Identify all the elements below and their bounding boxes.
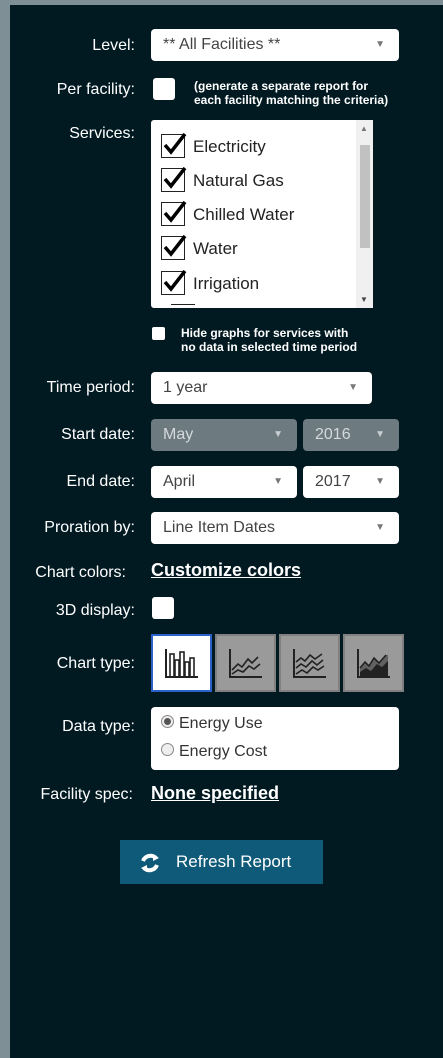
- checkbox-checked-icon[interactable]: [161, 200, 187, 226]
- bar-chart-button[interactable]: [151, 634, 212, 692]
- hide-note-line1: Hide graphs for services with: [181, 326, 349, 340]
- services-scrollbar[interactable]: ▲ ▼: [356, 120, 373, 308]
- chevron-down-icon: ▼: [273, 476, 283, 487]
- refresh-icon: [141, 853, 159, 873]
- service-item-chilled-water[interactable]: Chilled Water: [161, 200, 295, 228]
- service-label: Irrigation: [193, 274, 260, 293]
- per-facility-note: (generate a separate report for each fac…: [194, 79, 388, 107]
- radio-unselected-icon[interactable]: [161, 743, 174, 757]
- per-facility-note-line1: (generate a separate report for: [194, 79, 369, 93]
- 3d-display-label: 3D display:: [55, 602, 135, 619]
- checkbox-checked-icon[interactable]: [161, 132, 187, 158]
- data-type-option-label: Energy Use: [179, 715, 263, 732]
- refresh-report-label: Refresh Report: [176, 852, 292, 871]
- time-period-select[interactable]: 1 year ▼: [151, 372, 372, 404]
- service-item-water[interactable]: Water: [161, 234, 238, 262]
- proration-select[interactable]: Line Item Dates ▼: [151, 512, 399, 544]
- area-chart-icon: [357, 649, 390, 678]
- service-item-irrigation[interactable]: Irrigation: [161, 269, 260, 297]
- level-select[interactable]: ** All Facilities ** ▼: [151, 29, 399, 61]
- report-options-panel: Level: ** All Facilities ** ▼ Per facili…: [10, 5, 443, 1058]
- multi-line-chart-button[interactable]: [279, 634, 340, 692]
- end-date-label: End date:: [66, 473, 136, 490]
- hide-note-line2: no data in selected time period: [181, 340, 358, 354]
- scroll-thumb[interactable]: [360, 145, 370, 248]
- checkbox-checked-icon[interactable]: [161, 234, 187, 260]
- time-period-value: 1 year: [163, 379, 208, 396]
- facility-spec-label: Facility spec:: [40, 786, 133, 803]
- chart-type-label: Chart type:: [56, 655, 135, 672]
- level-value: ** All Facilities **: [163, 36, 281, 53]
- radio-selected-icon[interactable]: [161, 715, 174, 729]
- service-item-electricity[interactable]: Electricity: [161, 132, 266, 160]
- hide-empty-graphs-checkbox[interactable]: [152, 327, 165, 340]
- level-label: Level:: [92, 37, 135, 54]
- facility-spec-link[interactable]: None specified: [151, 783, 279, 804]
- 3d-display-checkbox[interactable]: [152, 597, 174, 619]
- per-facility-note-line2: each facility matching the criteria): [194, 93, 389, 107]
- service-label: Natural Gas: [193, 171, 284, 190]
- end-month-select[interactable]: April ▼: [151, 466, 297, 498]
- start-year-value: 2016: [315, 426, 351, 443]
- hide-empty-graphs-note: Hide graphs for services with no data in…: [181, 326, 357, 354]
- end-month-value: April: [163, 473, 196, 490]
- multi-line-chart-icon: [293, 649, 326, 678]
- data-type-label: Data type:: [62, 718, 135, 735]
- services-label: Services:: [69, 125, 135, 142]
- data-type-option-label: Energy Cost: [179, 743, 268, 760]
- chart-colors-label: Chart colors:: [35, 564, 126, 581]
- per-facility-label: Per facility:: [56, 81, 135, 98]
- chevron-down-icon: ▼: [273, 429, 283, 440]
- data-type-energy-cost[interactable]: Energy Cost: [161, 743, 267, 761]
- per-facility-checkbox[interactable]: [153, 78, 175, 100]
- proration-value: Line Item Dates: [163, 519, 276, 536]
- chevron-down-icon: ▼: [348, 382, 358, 393]
- bar-chart-icon: [165, 649, 198, 678]
- end-year-select[interactable]: 2017 ▼: [303, 466, 399, 498]
- data-type-group: Energy Use Energy Cost: [151, 707, 399, 770]
- chevron-down-icon: ▼: [375, 39, 385, 50]
- area-chart-button[interactable]: [343, 634, 404, 692]
- end-year-value: 2017: [315, 473, 351, 490]
- line-chart-icon: [229, 649, 262, 678]
- start-date-label: Start date:: [61, 426, 135, 443]
- service-label: Water: [193, 239, 238, 258]
- service-label: Chilled Water: [193, 205, 295, 224]
- checkbox-checked-icon[interactable]: [161, 269, 187, 295]
- line-chart-button[interactable]: [215, 634, 276, 692]
- start-month-select[interactable]: May ▼: [151, 419, 297, 451]
- chevron-down-icon: ▼: [375, 429, 385, 440]
- start-year-select[interactable]: 2016 ▼: [303, 419, 399, 451]
- chevron-down-icon: ▼: [375, 522, 385, 533]
- customize-colors-link[interactable]: Customize colors: [151, 560, 301, 581]
- time-period-label: Time period:: [46, 379, 135, 396]
- service-item-natural-gas[interactable]: Natural Gas: [161, 166, 284, 194]
- start-month-value: May: [163, 426, 194, 443]
- refresh-report-button[interactable]: Refresh Report: [120, 840, 323, 884]
- data-type-energy-use[interactable]: Energy Use: [161, 715, 263, 733]
- scroll-down-icon[interactable]: ▼: [360, 295, 368, 304]
- checkbox-checked-icon[interactable]: [161, 166, 187, 192]
- chevron-down-icon: ▼: [375, 476, 385, 487]
- proration-label: Proration by:: [44, 519, 135, 536]
- service-label: Electricity: [193, 137, 266, 156]
- scroll-up-icon[interactable]: ▲: [360, 124, 368, 133]
